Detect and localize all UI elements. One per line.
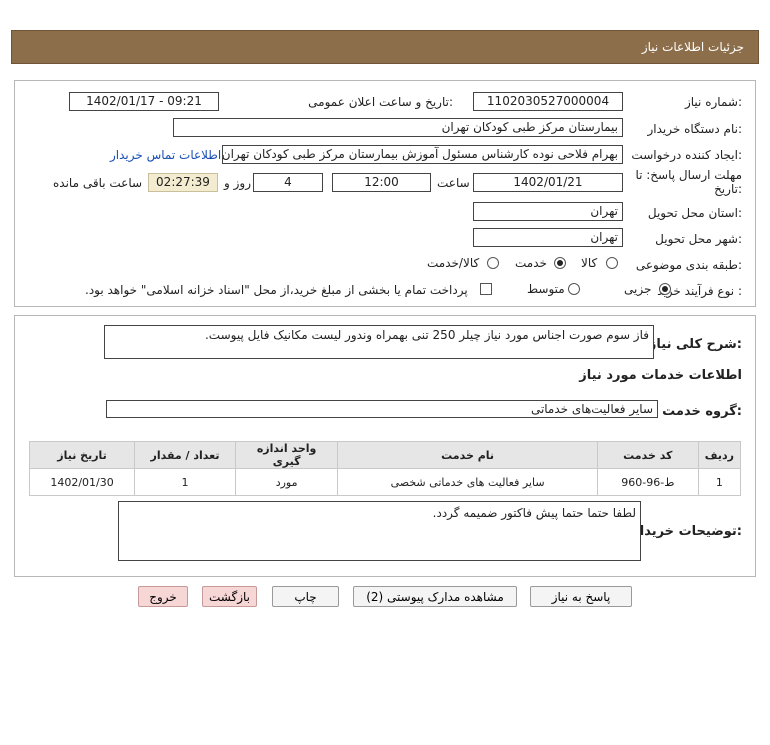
col-unit: واحد اندازه گیری xyxy=(234,441,339,469)
city-label: شهر محل تحویل: xyxy=(655,232,742,246)
deadline-date-field: 1402/01/21 xyxy=(473,173,623,192)
process-radio-medium[interactable] xyxy=(568,283,580,295)
process-option-minor: جزیی xyxy=(624,282,652,296)
cell-service-name: سایر فعالیت های خدماتی شخصی xyxy=(337,468,598,496)
days-field: 4 xyxy=(253,173,323,192)
col-need-date: تاریخ نیاز xyxy=(28,441,136,469)
buyer-org-label: نام دستگاه خریدار: xyxy=(647,122,743,136)
deadline-time-field: 12:00 xyxy=(332,173,431,192)
days-label: روز و xyxy=(224,176,251,190)
need-number-field: 1102030527000004 xyxy=(473,92,623,111)
city-field: تهران xyxy=(473,228,623,247)
remaining-time-display: 02:27:39 xyxy=(148,173,218,192)
treasury-note: پرداخت تمام یا بخشی از مبلغ خرید،از محل … xyxy=(85,283,468,297)
buyer-org-field: بیمارستان مرکز طبی کودکان تهران xyxy=(173,118,623,137)
province-label: استان محل تحویل: xyxy=(647,206,742,220)
col-quantity: تعداد / مقدار xyxy=(134,441,236,469)
category-radio-goods-service[interactable] xyxy=(487,257,499,269)
col-service-code: کد خدمت xyxy=(596,441,699,469)
summary-label: شرح کلی نیاز: xyxy=(648,337,742,352)
announce-label: تاریخ و ساعت اعلان عمومی: xyxy=(308,95,453,109)
cell-quantity: 1 xyxy=(134,468,236,496)
province-field: تهران xyxy=(473,202,623,221)
contact-info-link[interactable]: اطلاعات تماس خریدار xyxy=(110,148,221,162)
buyer-notes-field: لطفا حتما حتما پیش فاکتور ضمیمه گردد. xyxy=(118,501,641,561)
need-info-panel xyxy=(14,80,756,307)
col-row: ردیف xyxy=(697,441,742,469)
table-header-row: ردیف کد خدمت نام خدمت واحد اندازه گیری ت… xyxy=(28,441,742,469)
page-header: جزئیات اطلاعات نیاز xyxy=(11,30,759,64)
creator-field: بهرام فلاحی نوده کارشناس مسئول آموزش بیم… xyxy=(222,145,623,164)
remaining-label: ساعت باقی مانده xyxy=(53,176,143,190)
category-label: طبقه بندی موضوعی: xyxy=(635,258,742,272)
cell-service-code: ط-96-960 xyxy=(596,468,699,496)
buyer-notes-label: توضیحات خریدار: xyxy=(632,524,742,539)
cell-unit: مورد xyxy=(234,468,339,496)
deadline-label-line1: مهلت ارسال پاسخ: تا xyxy=(635,168,742,182)
page-title: جزئیات اطلاعات نیاز xyxy=(641,40,744,54)
category-option-service: خدمت xyxy=(515,256,547,270)
attachments-button[interactable]: مشاهده مدارک پیوستی (2) xyxy=(353,586,517,607)
cell-row: 1 xyxy=(697,468,742,496)
deadline-label-line2: تاریخ: xyxy=(714,182,742,196)
category-option-goods-service: کالا/خدمت xyxy=(427,256,480,270)
service-group-field: سایر فعالیت‌های خدماتی xyxy=(106,400,658,418)
process-radio-minor[interactable] xyxy=(659,283,671,295)
services-title: اطلاعات خدمات مورد نیاز xyxy=(579,368,742,383)
back-button[interactable]: بازگشت xyxy=(202,586,257,607)
category-radio-goods[interactable] xyxy=(606,257,618,269)
reply-button[interactable]: پاسخ به نیاز xyxy=(530,586,632,607)
exit-button[interactable]: خروج xyxy=(138,586,188,607)
creator-label: ایجاد کننده درخواست: xyxy=(631,148,742,162)
treasury-checkbox[interactable] xyxy=(480,283,492,295)
table-row: 1 ط-96-960 سایر فعالیت های خدماتی شخصی م… xyxy=(28,468,742,496)
services-table: ردیف کد خدمت نام خدمت واحد اندازه گیری ت… xyxy=(28,441,742,496)
category-radio-service[interactable] xyxy=(554,257,566,269)
print-button[interactable]: چاپ xyxy=(272,586,339,607)
process-option-medium: متوسط xyxy=(527,282,565,296)
need-number-label: شماره نیاز: xyxy=(684,95,742,109)
time-label: ساعت xyxy=(437,176,470,190)
category-option-goods: کالا xyxy=(581,256,598,270)
summary-field: فاز سوم صورت اجناس مورد نیاز چیلر 250 تن… xyxy=(104,325,654,359)
cell-need-date: 1402/01/30 xyxy=(28,468,136,496)
service-group-label: گروه خدمت: xyxy=(662,404,742,419)
announce-datetime-field: 1402/01/17 - 09:21 xyxy=(69,92,219,111)
col-service-name: نام خدمت xyxy=(337,441,598,469)
